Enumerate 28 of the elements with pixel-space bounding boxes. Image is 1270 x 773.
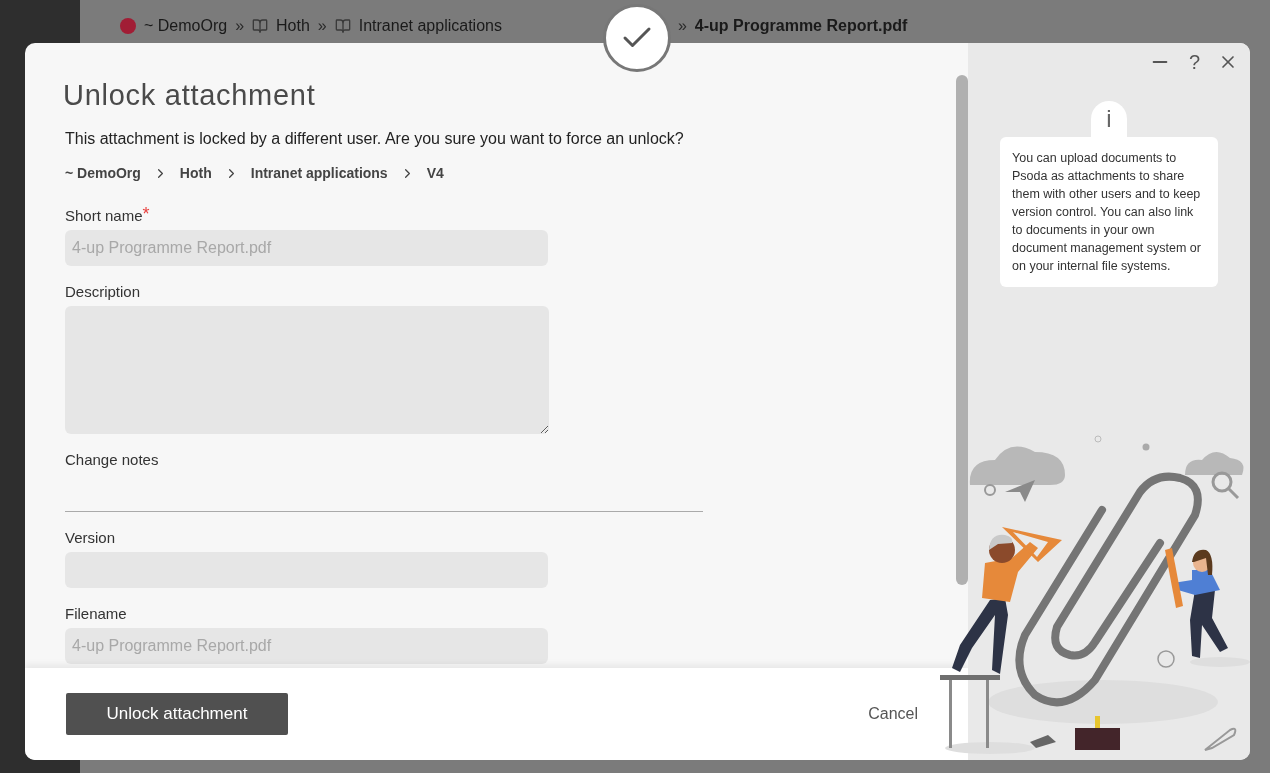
breadcrumb-separator: »: [317, 16, 327, 36]
required-mark: *: [142, 206, 150, 222]
info-badge: i: [1091, 101, 1127, 137]
path-link[interactable]: V4: [426, 163, 444, 184]
cancel-button[interactable]: Cancel: [868, 702, 918, 726]
breadcrumb-link[interactable]: ~ DemoOrg: [144, 14, 228, 38]
field-label: Short name: [65, 206, 143, 226]
field-label: Description: [65, 282, 141, 302]
path-link[interactable]: Intranet applications: [250, 163, 388, 184]
breadcrumb-link[interactable]: Intranet applications: [358, 14, 502, 38]
message-text: This attachment is locked by a different user. Are you sure you want to force an unlock?: [65, 129, 685, 149]
breadcrumb-link[interactable]: Hoth: [276, 14, 310, 38]
avatar-icon: [120, 18, 136, 34]
field-label: Filename: [65, 604, 127, 624]
help-button[interactable]: ?: [1188, 47, 1200, 77]
path-link[interactable]: ~ DemoOrg: [65, 163, 141, 184]
breadcrumb-separator: »: [235, 16, 245, 36]
unlock-button[interactable]: Unlock attachment: [66, 693, 288, 735]
breadcrumb-separator: »: [677, 16, 687, 36]
scrollbar[interactable]: [956, 75, 968, 585]
book-icon: [334, 18, 351, 34]
field-label: Version: [65, 528, 116, 548]
path-link[interactable]: Hoth: [179, 163, 212, 184]
book-icon: [252, 18, 269, 34]
info-text: You can upload documents to Psoda as attachments to share them with other users and to keep version control. You can also link to documents in your own document management system or on your internal file systems.: [1000, 137, 1218, 287]
breadcrumb-link[interactable]: 4-up Programme Report.pdf: [694, 14, 908, 38]
field-label: Change notes: [65, 450, 159, 470]
dialog-title: Unlock attachment: [63, 78, 317, 113]
